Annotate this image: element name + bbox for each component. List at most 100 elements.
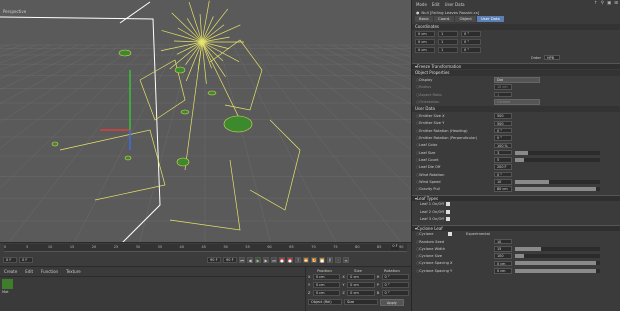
freeze-transformation-band[interactable]: Freeze Transformation — [412, 63, 620, 70]
start-frame-field[interactable]: 0 F — [3, 257, 17, 263]
tab-coord-[interactable]: Coord. — [434, 16, 455, 22]
cyclone-checkbox[interactable] — [448, 232, 452, 237]
orientation-select[interactable]: Camera — [494, 99, 540, 105]
material-swatch[interactable] — [2, 279, 13, 289]
param-key-icon[interactable]: P — [327, 257, 333, 263]
attr-scale-field[interactable]: 1 — [438, 39, 458, 45]
material-menu-item[interactable]: Edit — [25, 269, 33, 274]
radius-field[interactable]: 10 cm — [494, 84, 512, 90]
current-frame-field[interactable]: 0 F — [19, 257, 33, 263]
parameter-value-field[interactable]: 0 ° — [494, 135, 512, 141]
goto-end-icon[interactable]: ⏭ — [271, 257, 277, 263]
attribute-menu-item[interactable]: User Data — [445, 2, 465, 7]
attr-position-field[interactable]: 0 cm — [415, 47, 435, 53]
parameter-value-field[interactable]: 80 cm — [494, 186, 512, 192]
attr-position-field[interactable]: 0 cm — [415, 31, 435, 37]
cyclone-note: Experimental — [466, 232, 490, 237]
coordinate-mode-select[interactable]: Object (Rel) — [308, 299, 342, 305]
size-mode-select[interactable]: Size — [344, 299, 378, 305]
tab-object[interactable]: Object — [455, 16, 476, 22]
next-frame-icon[interactable]: ▶ — [263, 257, 269, 263]
parameter-value-field[interactable]: 0 cm — [494, 260, 512, 267]
tab-user-data[interactable]: User Data — [476, 16, 504, 22]
apply-button[interactable]: Apply — [380, 299, 404, 306]
leaf-type-checkbox[interactable] — [445, 209, 450, 214]
parameter-value-field[interactable]: 100 — [494, 253, 512, 259]
axis-label: X — [342, 275, 345, 279]
record-icon[interactable]: ● — [279, 257, 285, 263]
material-menu-item[interactable]: Function — [41, 269, 58, 274]
rotation-field[interactable]: 0 ° — [381, 274, 410, 280]
parameter-value-field[interactable]: 5 — [494, 157, 512, 163]
grid-line — [0, 44, 24, 53]
parameter-slider[interactable] — [515, 261, 600, 266]
parameter-row: Emitter Rotation (Heading)0 ° — [412, 127, 620, 134]
parameter-value-field[interactable]: 0 ° — [494, 171, 512, 178]
rotation-field[interactable]: 0 ° — [381, 282, 410, 288]
attribute-menu-item[interactable]: Edit — [432, 2, 440, 7]
timeline-menu-icon[interactable]: ≡ — [343, 257, 349, 263]
prev-frame-icon[interactable]: ◀ — [247, 257, 253, 263]
parameter-slider[interactable] — [515, 157, 600, 162]
parameter-value-field[interactable]: 0 cm — [494, 268, 512, 274]
parameter-slider[interactable] — [515, 268, 600, 273]
tab-basic[interactable]: Basic — [415, 16, 434, 22]
order-select[interactable]: HPB — [544, 54, 560, 61]
rotate-key-icon[interactable]: ↻ — [311, 257, 317, 263]
size-field[interactable]: 0 cm — [347, 274, 375, 280]
expand-icon[interactable]: ⊞ — [614, 1, 618, 6]
size-field[interactable]: 0 cm — [347, 290, 375, 296]
viewport[interactable]: Perspective — [0, 0, 411, 242]
point-key-icon[interactable]: ⋮ — [335, 257, 341, 263]
attr-position-field[interactable]: 0 cm — [415, 39, 435, 45]
lock-icon[interactable]: ▣ — [607, 1, 611, 6]
material-name[interactable]: Mat — [2, 290, 9, 294]
rotation-field[interactable]: 0 ° — [381, 290, 410, 296]
end-frame-field[interactable]: 90 F — [207, 257, 221, 263]
leaf-type-checkbox[interactable] — [445, 216, 450, 221]
parameter-label: Leaf Color — [416, 143, 494, 147]
parameter-slider[interactable] — [515, 254, 600, 259]
attribute-menu-item[interactable]: Mode — [416, 2, 427, 7]
parameter-value-field[interactable]: 10 — [494, 179, 512, 185]
position-field[interactable]: 0 cm — [312, 274, 341, 280]
goto-start-icon[interactable]: ⏮ — [239, 257, 245, 263]
parameter-value-field[interactable]: 0 ° — [494, 127, 512, 134]
timeline-ruler[interactable]: 0 5 10 15 20 25 30 35 40 45 50 55 60 65 70 75 80 85 90 — [4, 244, 407, 252]
parameter-value-field[interactable]: 500 — [494, 120, 512, 127]
autokey-icon[interactable]: ● — [287, 257, 293, 263]
aspect-field[interactable]: 1 — [494, 91, 512, 98]
parameter-value-field[interactable]: 500 — [494, 113, 512, 119]
parameter-slider[interactable] — [515, 179, 600, 184]
material-menu-item[interactable]: Create — [4, 269, 17, 274]
parameter-value-field[interactable]: 200 F — [494, 164, 512, 170]
attr-rotation-field[interactable]: 0 ° — [461, 39, 481, 45]
play-icon[interactable]: ▶ — [255, 257, 261, 263]
scale-key-icon[interactable]: ■ — [319, 257, 325, 263]
parameter-value-field[interactable]: 3 — [494, 149, 512, 156]
display-select[interactable]: Dot — [494, 77, 540, 83]
parameter-label: Emitter Size X — [416, 114, 494, 118]
up-arrow-icon[interactable]: ↑ — [594, 1, 598, 6]
material-menu-item[interactable]: Texture — [66, 269, 81, 274]
attr-scale-field[interactable]: 1 — [438, 47, 458, 53]
attr-scale-field[interactable]: 1 — [438, 31, 458, 37]
size-field[interactable]: 0 cm — [347, 282, 375, 288]
parameter-slider[interactable] — [515, 246, 600, 251]
attr-rotation-field[interactable]: 0 ° — [461, 47, 481, 53]
end-preview-field[interactable]: 90 F — [223, 257, 237, 263]
parameter-value-field[interactable]: 10 — [494, 238, 512, 245]
keyframe-selection-icon[interactable]: ? — [295, 257, 301, 263]
position-field[interactable]: 0 cm — [312, 290, 341, 296]
position-field[interactable]: 0 cm — [312, 282, 341, 288]
parameter-slider[interactable] — [515, 150, 600, 155]
parameter-row: Leaf Size3 — [412, 149, 620, 156]
search-icon[interactable]: ⚲ — [601, 1, 604, 6]
attr-rotation-field[interactable]: 0 ° — [461, 31, 481, 37]
parameter-value-field[interactable]: 100 % — [494, 142, 512, 149]
leaf-type-checkbox[interactable] — [445, 202, 450, 207]
move-key-icon[interactable]: ✚ — [303, 257, 309, 263]
timeline[interactable]: 0 5 10 15 20 25 30 35 40 45 50 55 60 65 70 75 80 85 90 0 F… — [0, 242, 411, 266]
parameter-value-field[interactable]: 15 — [494, 246, 512, 252]
parameter-slider[interactable] — [515, 187, 600, 192]
